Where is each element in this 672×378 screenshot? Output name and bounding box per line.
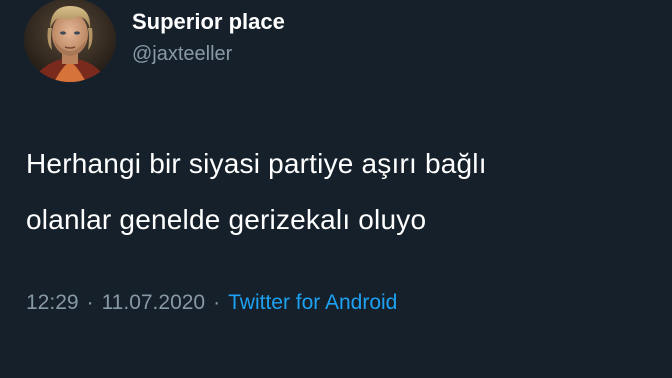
meta-separator: · bbox=[213, 291, 221, 314]
avatar[interactable] bbox=[24, 0, 116, 82]
tweet-text-line: olanlar genelde gerizekalı oluyo bbox=[26, 204, 427, 235]
tweet-card: Superior place @jaxteeller Herhangi bir … bbox=[0, 0, 672, 378]
tweet-date[interactable]: 11.07.2020 bbox=[102, 291, 206, 314]
tweet-header: Superior place @jaxteeller bbox=[24, 0, 285, 82]
author-handle[interactable]: @jaxteeller bbox=[132, 40, 285, 68]
tweet-text: Herhangi bir siyasi partiye aşırı bağlı … bbox=[26, 136, 656, 248]
meta-separator: · bbox=[86, 291, 94, 314]
author-display-name[interactable]: Superior place bbox=[132, 8, 285, 36]
tweet-meta: 12:29 · 11.07.2020 · Twitter for Android bbox=[26, 289, 397, 317]
tweet-source-link[interactable]: Twitter for Android bbox=[228, 291, 397, 314]
tweet-time[interactable]: 12:29 bbox=[26, 291, 79, 314]
tweet-text-line: Herhangi bir siyasi partiye aşırı bağlı bbox=[26, 148, 487, 179]
author-names: Superior place @jaxteeller bbox=[132, 0, 285, 68]
avatar-image bbox=[24, 0, 116, 82]
